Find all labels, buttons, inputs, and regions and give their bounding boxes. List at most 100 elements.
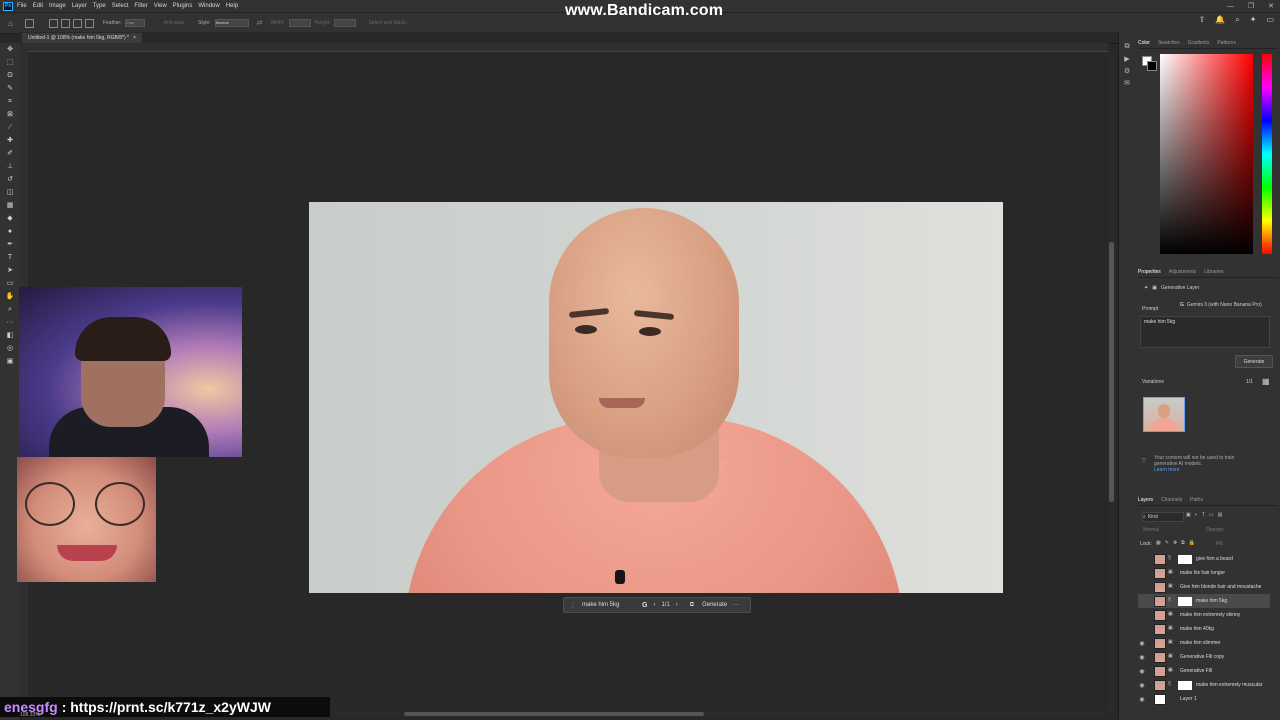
antialias-checkbox[interactable]: Anti-alias [163, 20, 184, 26]
eye-icon[interactable]: ◉ [1138, 696, 1146, 703]
swap-icon[interactable]: ⇄ [257, 19, 263, 27]
layer-mask-thumbnail[interactable] [1178, 554, 1192, 564]
close-tab-icon[interactable]: × [133, 35, 136, 41]
tab-properties[interactable]: Properties [1138, 269, 1161, 275]
marquee-tool-icon[interactable]: ⬚ [5, 58, 15, 67]
eyedropper-tool-icon[interactable]: ⟋ [5, 123, 15, 132]
properties-icon[interactable]: ⚙ [1123, 67, 1131, 75]
status-bar-zoom[interactable]: 108.33% [20, 712, 140, 720]
move-tool-icon[interactable]: ✥ [5, 45, 15, 54]
prompt-field[interactable]: make him 5kg [582, 602, 636, 608]
shape-tool-icon[interactable]: ▭ [5, 279, 15, 288]
filter-smart-object-icon[interactable]: ▤ [1218, 512, 1223, 518]
filter-type-icon[interactable]: T [1202, 512, 1205, 518]
filter-pixel-icon[interactable]: ▣ [1186, 512, 1191, 518]
eraser-tool-icon[interactable]: ◫ [5, 188, 15, 197]
path-selection-tool-icon[interactable]: ➤ [5, 266, 15, 275]
pen-tool-icon[interactable]: ✒ [5, 240, 15, 249]
model-select[interactable]: G Gemini 3 (with Nano Banana Pro) [1180, 302, 1262, 308]
layer-mask-thumbnail[interactable] [1178, 680, 1192, 690]
layer-row-selected[interactable]: § make him 5kg [1138, 594, 1270, 608]
tab-adjustments[interactable]: Adjustments [1169, 269, 1197, 275]
tab-libraries[interactable]: Libraries [1204, 269, 1223, 275]
background-color-swatch[interactable] [1147, 61, 1157, 71]
generate-button[interactable]: ⧉ Generate [684, 602, 727, 609]
horizontal-scroll-thumb[interactable] [404, 712, 704, 716]
lock-position-icon[interactable]: ✥ [1173, 540, 1177, 546]
document-image[interactable] [309, 202, 1003, 593]
menu-layer[interactable]: Layer [72, 3, 87, 9]
subtract-selection-icon[interactable] [72, 18, 82, 28]
hue-slider[interactable] [1262, 54, 1272, 254]
height-input[interactable] [334, 19, 357, 27]
vertical-scroll-thumb[interactable] [1109, 242, 1114, 502]
variation-thumbnail[interactable] [1143, 397, 1185, 432]
feather-input[interactable]: 0 px [125, 19, 146, 27]
quick-mask-icon[interactable]: ◎ [5, 344, 15, 353]
style-select[interactable]: Normal [214, 19, 249, 27]
properties-generate-button[interactable]: Generate [1235, 355, 1273, 368]
menu-window[interactable]: Window [198, 3, 219, 9]
model-g-icon[interactable]: G [642, 602, 647, 609]
screen-mode-icon[interactable]: ▣ [5, 357, 15, 366]
menu-view[interactable]: View [154, 3, 167, 9]
menu-type[interactable]: Type [93, 3, 106, 9]
select-and-mask-button[interactable]: Select and Mask... [368, 20, 409, 26]
color-picker-field[interactable] [1160, 54, 1253, 254]
blur-tool-icon[interactable]: ◆ [5, 214, 15, 223]
actions-play-icon[interactable]: ▶ [1123, 55, 1131, 63]
width-input[interactable] [288, 19, 311, 27]
eye-icon[interactable]: ◉ [1138, 682, 1146, 689]
foreground-background-color-icon[interactable]: ◧ [5, 331, 15, 340]
quick-select-tool-icon[interactable]: ✎ [5, 84, 15, 93]
layer-row[interactable]: ◉ ▣ Generative Fill copy [1138, 650, 1270, 664]
layer-row[interactable]: § give him a beard [1138, 552, 1270, 566]
lock-all-icon[interactable]: 🔒 [1189, 540, 1195, 546]
layer-row[interactable]: ◉ ▣ make him slimmer [1138, 636, 1270, 650]
tab-channels[interactable]: Channels [1161, 497, 1182, 503]
more-tools-icon[interactable]: ··· [5, 318, 15, 327]
history-icon[interactable]: ⧉ [1123, 43, 1131, 50]
clone-stamp-tool-icon[interactable]: ⊥ [5, 162, 15, 171]
next-variation-icon[interactable]: › [676, 602, 678, 608]
dodge-tool-icon[interactable]: ● [5, 227, 15, 236]
new-selection-icon[interactable] [48, 18, 58, 28]
menu-filter[interactable]: Filter [134, 3, 147, 9]
comments-icon[interactable]: ✉ [1123, 79, 1131, 87]
intersect-selection-icon[interactable] [84, 18, 94, 28]
workspace-icon[interactable]: ▭ [1266, 15, 1274, 25]
marquee-preset-icon[interactable] [24, 18, 34, 28]
close-icon[interactable]: ✕ [1268, 2, 1274, 10]
layer-row[interactable]: ▣ make him 40kg [1138, 622, 1270, 636]
home-icon[interactable]: ⌂ [8, 19, 13, 28]
layer-row[interactable]: ▣ make his hair longer [1138, 566, 1270, 580]
document-tab[interactable]: Untitled-1 @ 108% (make him 5kg, RGB/8*)… [22, 33, 142, 43]
menu-select[interactable]: Select [112, 3, 129, 9]
eye-icon[interactable]: ◉ [1138, 654, 1146, 661]
minimize-icon[interactable]: — [1227, 3, 1234, 10]
menu-image[interactable]: Image [49, 3, 66, 9]
layer-filter-select[interactable]: ⌕ Kind [1142, 512, 1184, 522]
tab-gradients[interactable]: Gradients [1188, 40, 1210, 46]
search-icon[interactable]: ⌕ [1235, 15, 1239, 25]
filter-shape-icon[interactable]: ▭ [1209, 512, 1214, 518]
vertical-scrollbar[interactable] [1108, 52, 1116, 712]
tab-color[interactable]: Color [1138, 40, 1150, 46]
lock-pixels-icon[interactable]: ✎ [1165, 540, 1169, 546]
horizontal-ruler[interactable] [20, 43, 1108, 52]
brush-tool-icon[interactable]: ✐ [5, 149, 15, 158]
notification-icon[interactable]: 🔔 [1215, 15, 1225, 25]
add-selection-icon[interactable] [60, 18, 70, 28]
menu-plugins[interactable]: Plugins [173, 3, 193, 9]
tab-swatches[interactable]: Swatches [1158, 40, 1180, 46]
tab-paths[interactable]: Paths [1190, 497, 1203, 503]
menu-file[interactable]: File [17, 3, 27, 9]
layer-row[interactable]: ◉ ▣ Generative Fill [1138, 664, 1270, 678]
hand-tool-icon[interactable]: ✋ [5, 292, 15, 301]
previous-variation-icon[interactable]: ‹ [653, 602, 655, 608]
layer-row[interactable]: ▣ make him extremely skinny [1138, 608, 1270, 622]
lasso-tool-icon[interactable]: ʘ [5, 71, 15, 80]
lock-artboard-icon[interactable]: ⧉ [1181, 540, 1185, 546]
tab-patterns[interactable]: Patterns [1217, 40, 1236, 46]
layer-mask-thumbnail[interactable] [1178, 596, 1192, 606]
